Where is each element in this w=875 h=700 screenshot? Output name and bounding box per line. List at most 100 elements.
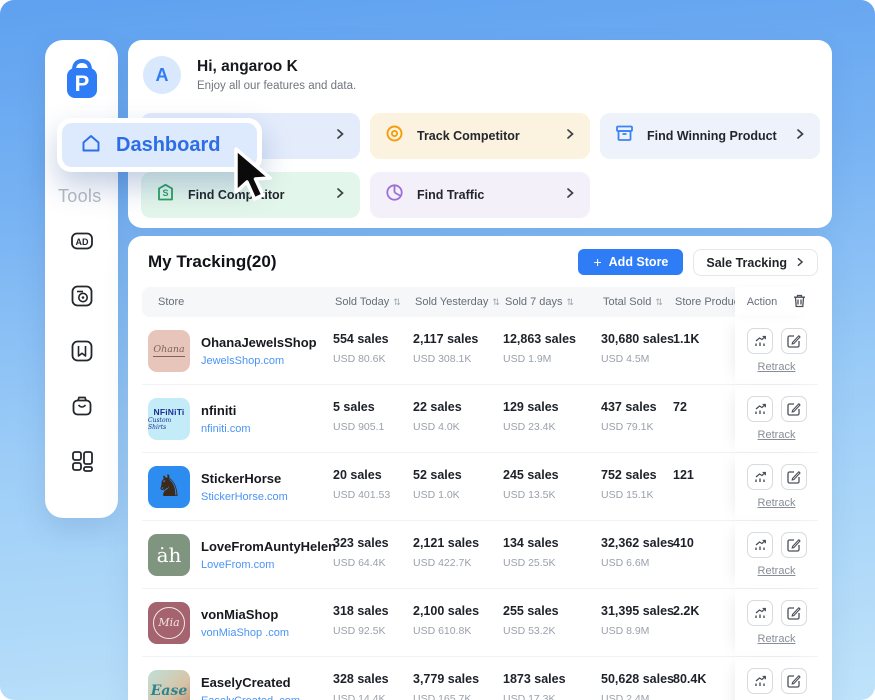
store-products-value: 1.1K	[673, 317, 735, 384]
edit-button[interactable]	[781, 668, 807, 694]
chevron-right-icon	[794, 127, 806, 145]
sort-icon[interactable]: ⇅	[393, 297, 401, 308]
target-icon	[384, 123, 405, 149]
table-row: Ohana OhanaJewelsShop JewelsShop.com 554…	[142, 317, 818, 385]
tools-section-label: Tools	[58, 186, 102, 207]
sidebar: P Tools AD	[45, 40, 118, 518]
analysis-chart-button[interactable]	[747, 532, 773, 558]
edit-button[interactable]	[781, 532, 807, 558]
svg-text:AD: AD	[75, 237, 88, 247]
sort-icon[interactable]: ⇅	[566, 297, 574, 308]
product-box-icon	[614, 123, 635, 149]
col-sold-7days: Sold 7 days⇅	[503, 287, 601, 317]
trash-icon[interactable]	[793, 294, 806, 311]
analysis-chart-button[interactable]	[747, 464, 773, 490]
analysis-chart-button[interactable]	[747, 396, 773, 422]
sold-7days-value: 12,863 sales	[503, 332, 601, 346]
sold-today-value: 5 sales	[333, 400, 413, 414]
analysis-chart-button[interactable]	[747, 668, 773, 694]
chevron-right-icon	[334, 186, 346, 204]
total-sold-value: 50,628 sales	[601, 672, 673, 686]
sold-today-usd: USD 64.4K	[333, 557, 413, 569]
store-name: nfiniti	[201, 403, 251, 418]
app-window: P Tools AD Dashb	[0, 0, 875, 700]
sort-icon[interactable]: ⇅	[492, 297, 500, 308]
analysis-chart-button[interactable]	[747, 600, 773, 626]
store-domain-link[interactable]: EaselyCreated .com	[201, 695, 300, 700]
svg-text:S: S	[162, 188, 168, 198]
col-store: Store	[142, 287, 333, 317]
store-name: LoveFromAuntyHelen	[201, 539, 336, 554]
sort-icon[interactable]: ⇅	[655, 297, 663, 308]
store-domain-link[interactable]: StickerHorse.com	[201, 491, 288, 503]
total-sold-usd: USD 2.4M	[601, 693, 673, 700]
table-body: Ohana OhanaJewelsShop JewelsShop.com 554…	[142, 317, 818, 700]
store-name: vonMiaShop	[201, 607, 289, 622]
store-domain-link[interactable]: nfiniti.com	[201, 423, 251, 435]
store-products-value: 410	[673, 521, 735, 588]
sold-yesterday-usd: USD 422.7K	[413, 557, 503, 569]
retrack-link[interactable]: Retrack	[758, 361, 796, 373]
col-total-sold: Total Sold⇅	[601, 287, 673, 317]
store-products-value: 72	[673, 385, 735, 452]
table-row: Mia vonMiaShop vonMiaShop .com 318 sales…	[142, 589, 818, 657]
sold-yesterday-usd: USD 4.0K	[413, 421, 503, 433]
sold-today-value: 318 sales	[333, 604, 413, 618]
analysis-chart-button[interactable]	[747, 328, 773, 354]
store-name: StickerHorse	[201, 471, 288, 486]
edit-button[interactable]	[781, 600, 807, 626]
edit-button[interactable]	[781, 396, 807, 422]
sold-yesterday-usd: USD 1.0K	[413, 489, 503, 501]
sold-7days-value: 1873 sales	[503, 672, 601, 686]
sold-yesterday-usd: USD 308.1K	[413, 353, 503, 365]
total-sold-value: 437 sales	[601, 400, 673, 414]
feature-card-track-competitor[interactable]: Track Competitor	[370, 113, 590, 159]
tracking-panel: My Tracking(20) + Add Store Sale Trackin…	[128, 236, 832, 700]
apps-grid-icon[interactable]	[69, 448, 95, 474]
sold-7days-value: 129 sales	[503, 400, 601, 414]
tracking-table: Store Sold Today⇅ Sold Yesterday⇅ Sold 7…	[142, 287, 818, 700]
store-logo: ȧh	[148, 534, 190, 576]
store-bag-icon[interactable]	[69, 393, 95, 419]
col-store-products: Store Products	[673, 287, 735, 317]
sidebar-item-dashboard[interactable]: Dashboard	[57, 118, 262, 172]
feature-card-find-competitor[interactable]: S Find Competitor	[141, 172, 360, 218]
sold-7days-value: 255 sales	[503, 604, 601, 618]
store-domain-link[interactable]: JewelsShop.com	[201, 355, 317, 367]
feature-card-find-traffic[interactable]: Find Traffic	[370, 172, 590, 218]
tracking-title: My Tracking(20)	[148, 252, 277, 272]
retrack-link[interactable]: Retrack	[758, 429, 796, 441]
sold-7days-value: 134 sales	[503, 536, 601, 550]
total-sold-value: 30,680 sales	[601, 332, 673, 346]
sold-yesterday-value: 22 sales	[413, 400, 503, 414]
table-row: ȧh LoveFromAuntyHelen LoveFrom.com 323 s…	[142, 521, 818, 589]
store-logo: NFiNiTi Custom Shirts	[148, 398, 190, 440]
retrack-link[interactable]: Retrack	[758, 633, 796, 645]
home-icon	[79, 131, 103, 160]
ads-icon[interactable]: AD	[69, 228, 95, 254]
sold-yesterday-value: 2,121 sales	[413, 536, 503, 550]
bookmark-icon[interactable]	[69, 338, 95, 364]
sale-tracking-button[interactable]: Sale Tracking	[693, 249, 818, 276]
track-target-icon[interactable]	[69, 283, 95, 309]
sold-yesterday-value: 2,117 sales	[413, 332, 503, 346]
feature-card-find-winning-product[interactable]: Find Winning Product	[600, 113, 820, 159]
table-header-row: Store Sold Today⇅ Sold Yesterday⇅ Sold 7…	[142, 287, 818, 317]
retrack-link[interactable]: Retrack	[758, 565, 796, 577]
total-sold-value: 31,395 sales	[601, 604, 673, 618]
store-products-value: 2.2K	[673, 589, 735, 656]
sold-7days-usd: USD 23.4K	[503, 421, 601, 433]
sold-yesterday-usd: USD 610.8K	[413, 625, 503, 637]
edit-button[interactable]	[781, 464, 807, 490]
sold-yesterday-value: 3,779 sales	[413, 672, 503, 686]
store-domain-link[interactable]: LoveFrom.com	[201, 559, 336, 571]
edit-button[interactable]	[781, 328, 807, 354]
greeting-text: Hi, angaroo K	[197, 58, 356, 76]
add-store-button[interactable]: + Add Store	[578, 249, 683, 275]
store-domain-link[interactable]: vonMiaShop .com	[201, 627, 289, 639]
sold-7days-value: 245 sales	[503, 468, 601, 482]
store-logo: Ease	[148, 670, 190, 700]
retrack-link[interactable]: Retrack	[758, 497, 796, 509]
sold-yesterday-value: 52 sales	[413, 468, 503, 482]
sold-7days-usd: USD 25.5K	[503, 557, 601, 569]
